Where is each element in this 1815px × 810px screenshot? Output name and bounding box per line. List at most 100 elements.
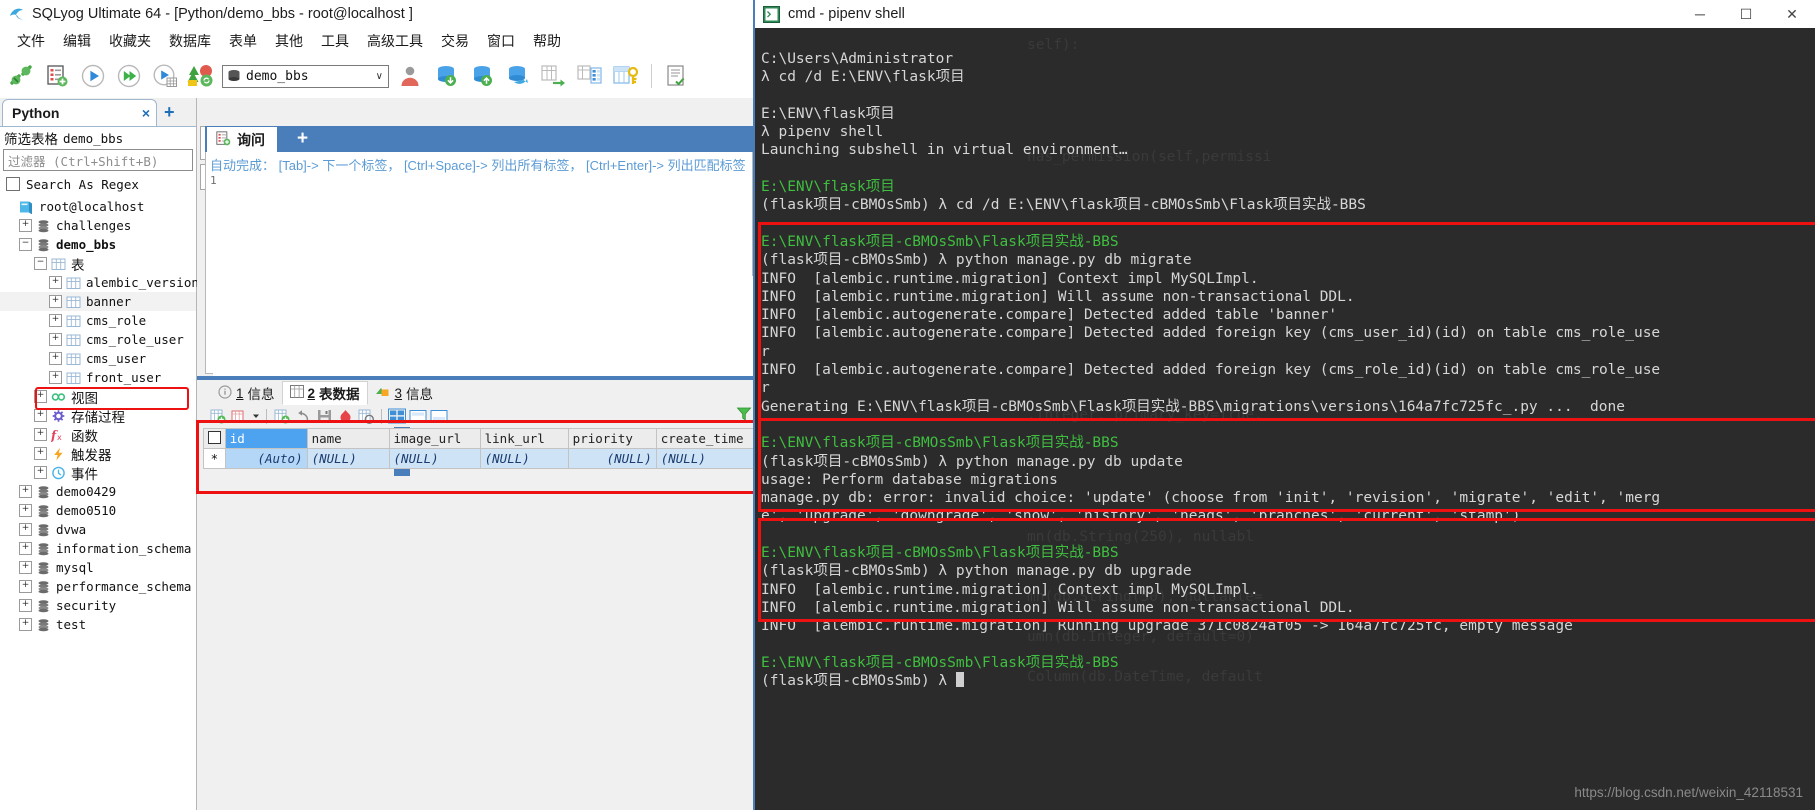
select-all-checkbox[interactable] xyxy=(203,428,226,449)
tree-node-[interactable]: + 视图 xyxy=(0,387,196,406)
filter-funnel-icon[interactable] xyxy=(735,405,753,423)
add-query-tab-icon[interactable]: + xyxy=(297,128,308,150)
expand-icon[interactable]: + xyxy=(34,447,47,460)
tree-node-demo0429[interactable]: + demo0429 xyxy=(0,482,196,501)
show-hide-columns-icon[interactable] xyxy=(230,407,248,425)
tree-node-cms_role_user[interactable]: + cms_role_user xyxy=(0,330,196,349)
import-database-icon[interactable] xyxy=(431,61,461,91)
search-as-regex-checkbox[interactable] xyxy=(6,177,20,191)
tree-node-[interactable]: + f x 函数 xyxy=(0,425,196,444)
expand-icon[interactable]: + xyxy=(49,371,62,384)
table-data-compare-icon[interactable] xyxy=(575,61,605,91)
grid-column-header[interactable]: name xyxy=(306,428,390,449)
tree-node-[interactable]: + 存储过程 xyxy=(0,406,196,425)
expand-icon[interactable]: + xyxy=(19,523,32,536)
split-view-icon[interactable] xyxy=(430,407,448,425)
expand-icon[interactable]: + xyxy=(19,219,32,232)
expand-icon[interactable]: + xyxy=(34,409,47,422)
tree-node-rootlocalhost[interactable]: root@localhost xyxy=(0,197,196,216)
chevron-down-icon[interactable]: ∨ xyxy=(376,71,386,82)
columns-dropdown-icon[interactable] xyxy=(251,407,260,425)
add-connection-icon[interactable]: + xyxy=(164,102,175,123)
database-sync-icon[interactable] xyxy=(186,61,216,91)
new-query-tab-icon[interactable] xyxy=(42,61,72,91)
expand-icon[interactable]: + xyxy=(34,428,47,441)
tree-node-demo_bbs[interactable]: − demo_bbs xyxy=(0,235,196,254)
grid-column-header[interactable]: link_url xyxy=(479,428,569,449)
grid-column-header[interactable]: priority xyxy=(567,428,657,449)
tree-node-demo0510[interactable]: + demo0510 xyxy=(0,501,196,520)
tree-node-[interactable]: + 触发器 xyxy=(0,444,196,463)
expand-icon[interactable]: + xyxy=(49,352,62,365)
expand-icon[interactable]: + xyxy=(49,333,62,346)
menu-item-7[interactable]: 高级工具 xyxy=(358,29,432,53)
grid-column-header[interactable]: create_time xyxy=(655,428,755,449)
grid-view-icon[interactable] xyxy=(388,407,406,425)
menu-item-3[interactable]: 数据库 xyxy=(160,29,220,53)
tree-node-alembic_version[interactable]: + alembic_version xyxy=(0,273,199,292)
tree-node-mysql[interactable]: + mysql xyxy=(0,558,196,577)
tree-node-performance_schema[interactable]: + performance_schema xyxy=(0,577,196,596)
execute-all-queries-icon[interactable] xyxy=(114,61,144,91)
refresh-grid-icon[interactable] xyxy=(357,407,375,425)
expand-icon[interactable]: + xyxy=(19,504,32,517)
tree-node-information_schema[interactable]: + information_schema xyxy=(0,539,196,558)
execute-query-to-grid-icon[interactable] xyxy=(150,61,180,91)
expand-icon[interactable]: + xyxy=(19,599,32,612)
expand-icon[interactable]: + xyxy=(49,276,62,289)
database-selector[interactable]: demo_bbs ∨ xyxy=(222,64,389,88)
maximize-button[interactable]: ☐ xyxy=(1723,0,1769,28)
cmd-titlebar[interactable]: cmd - pipenv shell ─ ☐ ✕ xyxy=(755,0,1815,28)
result-tab-1[interactable]: 1 信息 xyxy=(211,381,282,405)
close-button[interactable]: ✕ xyxy=(1769,0,1815,28)
expand-icon[interactable]: + xyxy=(19,485,32,498)
search-as-regex-row[interactable]: Search As Regex xyxy=(0,173,196,195)
expand-icon[interactable]: + xyxy=(34,466,47,479)
query-builder-icon[interactable] xyxy=(662,61,692,91)
expand-icon[interactable]: + xyxy=(19,580,32,593)
menu-item-10[interactable]: 帮助 xyxy=(524,29,570,53)
menu-item-0[interactable]: 文件 xyxy=(8,29,54,53)
tree-node-cms_role[interactable]: + cms_role xyxy=(0,311,196,330)
menu-item-1[interactable]: 编辑 xyxy=(54,29,100,53)
row-marker[interactable]: * xyxy=(203,448,226,469)
menu-item-2[interactable]: 收藏夹 xyxy=(100,29,160,53)
minimize-button[interactable]: ─ xyxy=(1677,0,1723,28)
query-tab-active[interactable]: 询问 xyxy=(207,127,277,152)
execute-query-icon[interactable] xyxy=(78,61,108,91)
grid-cell[interactable]: (NULL) xyxy=(655,448,755,469)
export-database-icon[interactable] xyxy=(467,61,497,91)
grid-cell[interactable]: (Auto) xyxy=(224,448,308,469)
grid-column-header[interactable]: image_url xyxy=(388,428,481,449)
result-tab-2[interactable]: 2 表数据 xyxy=(281,381,368,405)
tree-node-test[interactable]: + test xyxy=(0,615,196,634)
collapse-icon[interactable]: − xyxy=(19,238,32,251)
table-row[interactable]: * (Auto) (NULL) (NULL) (NULL) (NULL) (NULL) xyxy=(203,448,755,469)
grid-cell[interactable]: (NULL) xyxy=(306,448,390,469)
user-manager-icon[interactable] xyxy=(395,61,425,91)
insert-row-icon[interactable] xyxy=(273,407,291,425)
refresh-data-icon[interactable] xyxy=(209,407,227,425)
tree-node-challenges[interactable]: + challenges xyxy=(0,216,196,235)
grid-cell[interactable]: (NULL) xyxy=(479,448,569,469)
grid-column-header[interactable]: id xyxy=(224,428,308,449)
table-data-grid[interactable]: id name image_url link_url priority create_ti… xyxy=(203,428,755,470)
tree-node-dvwa[interactable]: + dvwa xyxy=(0,520,196,539)
grid-cell[interactable]: (NULL) xyxy=(567,448,657,469)
menu-item-6[interactable]: 工具 xyxy=(312,29,358,53)
menu-item-8[interactable]: 交易 xyxy=(432,29,478,53)
connection-tab-python[interactable]: Python × xyxy=(2,99,157,126)
save-changes-icon[interactable] xyxy=(315,407,333,425)
close-icon[interactable]: × xyxy=(142,105,150,121)
tree-node-[interactable]: − 表 xyxy=(0,254,196,273)
expand-icon[interactable]: + xyxy=(19,561,32,574)
tree-node-security[interactable]: + security xyxy=(0,596,196,615)
database-tree[interactable]: root@localhost + challenges − demo_bbs − 表 + ale… xyxy=(0,195,199,634)
undo-icon[interactable] xyxy=(294,407,312,425)
expand-icon[interactable]: + xyxy=(49,295,62,308)
expand-icon[interactable]: + xyxy=(34,390,47,403)
backup-database-icon[interactable] xyxy=(503,61,533,91)
manage-indexes-icon[interactable] xyxy=(611,61,641,91)
schema-designer-icon[interactable] xyxy=(539,61,569,91)
menu-item-4[interactable]: 表单 xyxy=(220,29,266,53)
